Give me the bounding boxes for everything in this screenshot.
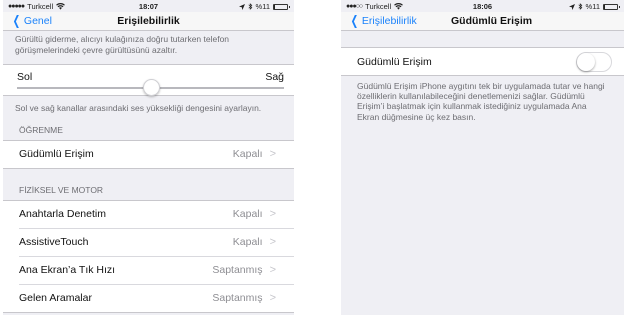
chevron-right-icon: >: [269, 292, 276, 304]
assistivetouch-row[interactable]: AssistiveTouch Kapalı >: [19, 227, 294, 256]
switch-control-row[interactable]: Anahtarla Denetim Kapalı >: [19, 201, 294, 228]
location-arrow-icon: [238, 3, 245, 10]
switch-knob: [577, 52, 595, 71]
physical-motor-section-header: FİZİKSEL VE MOTOR: [19, 184, 104, 195]
chevron-right-icon: >: [269, 264, 276, 276]
guided-access-switch[interactable]: [576, 51, 612, 72]
battery-icon: [273, 3, 290, 10]
page-title: Güdümlü Erişim: [451, 15, 533, 27]
row-label: Güdümlü Erişim: [19, 148, 94, 160]
battery-percentage: %11: [585, 2, 600, 11]
noise-cancellation-note: Gürültü giderme, alıcıyı kulağınıza doğr…: [15, 34, 230, 55]
row-value: Saptanmış: [212, 292, 263, 304]
back-button[interactable]: ❮ Erişilebilirlik: [349, 13, 417, 28]
guided-access-toggle-row: Güdümlü Erişim: [341, 47, 624, 76]
bluetooth-icon: [578, 3, 582, 10]
audio-balance-control: Sol Sağ: [3, 64, 294, 96]
row-value: Kapalı: [232, 148, 263, 160]
status-bar: ●●●●● Turkcell 18:07 %11: [3, 0, 294, 12]
balance-right-label: Sağ: [265, 71, 284, 83]
battery-percentage: %11: [255, 2, 270, 11]
learning-section-header: ÖĞRENME: [19, 124, 63, 135]
navigation-bar: ❮ Genel Erişilebilirlik: [3, 12, 294, 31]
guided-access-row[interactable]: Güdümlü Erişim Kapalı >: [19, 141, 294, 168]
guided-access-description: Güdümlü Erişim iPhone aygıtını tek bir u…: [357, 81, 605, 122]
guided-access-screen: ●●●○○ Turkcell 18:06 %11 ❮ Erişilebilirl…: [341, 0, 624, 315]
chevron-right-icon: >: [269, 148, 276, 160]
balance-note: Sol ve sağ kanallar arasındaki ses yükse…: [15, 103, 262, 113]
battery-icon: [603, 3, 620, 10]
row-label: Ana Ekran’a Tık Hızı: [19, 264, 116, 276]
row-label: Anahtarla Denetim: [19, 208, 106, 220]
row-value: Kapalı: [232, 208, 263, 220]
toggle-label: Güdümlü Erişim: [357, 55, 432, 68]
physical-motor-group: Anahtarla Denetim Kapalı > AssistiveTouc…: [3, 199, 294, 313]
bluetooth-icon: [248, 3, 252, 10]
row-label: AssistiveTouch: [19, 236, 89, 248]
balance-slider-thumb[interactable]: [142, 79, 160, 96]
incoming-calls-row[interactable]: Gelen Aramalar Saptanmış >: [19, 283, 294, 312]
accessibility-screen: ●●●●● Turkcell 18:07 %11 ❮ Genel Erişile…: [3, 0, 294, 315]
row-value: Kapalı: [232, 236, 263, 248]
row-value: Saptanmış: [212, 264, 263, 276]
page-title: Erişilebilirlik: [117, 15, 180, 27]
row-label: Gelen Aramalar: [19, 292, 92, 304]
back-button-label: Erişilebilirlik: [361, 15, 417, 27]
chevron-right-icon: >: [269, 236, 276, 248]
home-click-speed-row[interactable]: Ana Ekran’a Tık Hızı Saptanmış >: [19, 255, 294, 284]
location-arrow-icon: [568, 3, 575, 10]
balance-slider[interactable]: [17, 79, 284, 96]
chevron-left-icon: ❮: [350, 13, 359, 28]
balance-left-label: Sol: [17, 71, 33, 83]
status-bar: ●●●○○ Turkcell 18:06 %11: [341, 0, 624, 12]
chevron-right-icon: >: [269, 208, 276, 220]
learning-group: Güdümlü Erişim Kapalı >: [3, 139, 294, 169]
navigation-bar: ❮ Erişilebilirlik Güdümlü Erişim: [341, 12, 624, 31]
